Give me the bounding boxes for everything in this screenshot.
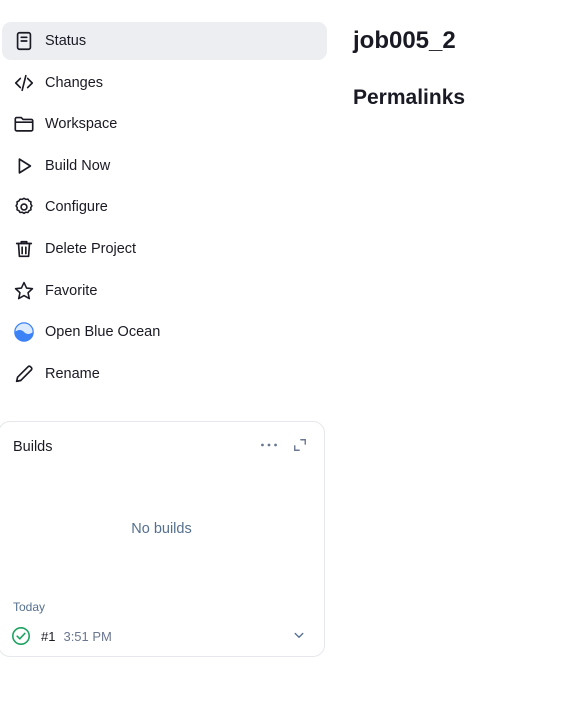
sidebar-item-workspace[interactable]: Workspace [2,105,327,143]
sidebar-item-build-now[interactable]: Build Now [2,147,327,185]
sidebar-item-label: Configure [45,199,108,216]
sidebar-item-label: Workspace [45,116,118,133]
sidebar-item-configure[interactable]: Configure [2,188,327,226]
sidebar-item-label: Open Blue Ocean [45,324,161,341]
build-number[interactable]: #1 [41,629,55,644]
builds-card: Builds No builds Today #1 3:51 PM [0,421,325,657]
play-icon [12,154,36,178]
sidebar-item-label: Changes [45,74,104,91]
builds-title: Builds [13,439,53,455]
trash-icon [12,237,36,261]
blue-ocean-icon [12,320,36,344]
sidebar-item-label: Rename [45,365,100,382]
builds-group-label: Today [13,600,46,614]
sidebar-item-open-blue-ocean[interactable]: Open Blue Ocean [2,313,327,351]
sidebar-item-favorite[interactable]: Favorite [2,272,327,310]
sidebar-item-label: Build Now [45,157,111,174]
success-check-icon [11,626,31,646]
permalinks-heading: Permalinks [353,86,466,109]
page-title: job005_2 [353,27,456,54]
chevron-down-icon[interactable] [291,627,307,643]
status-document-icon [12,29,36,53]
sidebar: Status Changes Workspace Build Now Confi… [0,22,327,396]
sidebar-item-delete-project[interactable]: Delete Project [2,230,327,268]
build-row[interactable]: #1 3:51 PM [11,624,313,648]
more-options-icon[interactable] [258,436,280,454]
sidebar-item-label: Favorite [45,282,98,299]
folder-icon [12,112,36,136]
sidebar-item-label: Delete Project [45,240,137,257]
sidebar-item-label: Status [45,33,87,49]
build-time: 3:51 PM [63,628,112,644]
no-builds-message: No builds [131,521,192,537]
sidebar-item-rename[interactable]: Rename [2,355,327,393]
sidebar-item-changes[interactable]: Changes [2,64,327,102]
pencil-icon [12,362,36,386]
expand-icon[interactable] [291,436,309,454]
sidebar-item-status[interactable]: Status [2,22,327,60]
star-icon [12,279,36,303]
gear-icon [12,195,36,219]
code-brackets-icon [12,71,36,95]
